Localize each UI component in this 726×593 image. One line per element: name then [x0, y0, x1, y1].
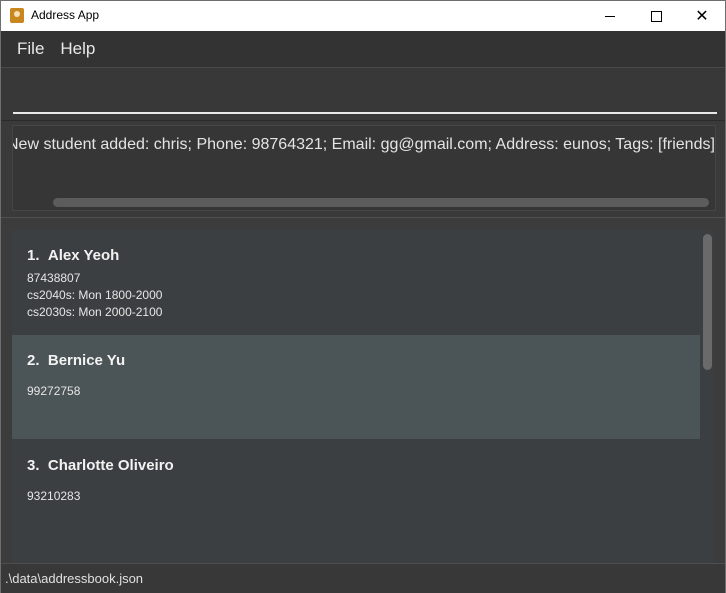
menu-file[interactable]: File	[9, 31, 52, 67]
menu-bar: File Help	[1, 31, 725, 68]
command-box	[1, 68, 725, 121]
person-card-partial[interactable]	[12, 545, 700, 563]
person-name: 3. Charlotte Oliveiro	[27, 457, 174, 474]
window-title: Address App	[31, 8, 100, 22]
address-book-icon	[10, 8, 24, 23]
close-button[interactable]: ✕	[679, 1, 725, 31]
person-name: 1. Alex Yeoh	[27, 247, 120, 264]
person-card-selected[interactable]: 2. Bernice Yu 99272758	[12, 335, 700, 439]
maximize-icon	[650, 10, 662, 22]
person-card[interactable]: 3. Charlotte Oliveiro 93210283	[12, 440, 700, 544]
person-list: 1. Alex Yeoh 87438807 cs2040s: Mon 1800-…	[12, 230, 714, 563]
result-display-area: New student added: chris; Phone: 9876432…	[1, 121, 725, 218]
minimize-button[interactable]	[587, 1, 633, 31]
result-display: New student added: chris; Phone: 9876432…	[12, 125, 716, 211]
person-detail: cs2040s: Mon 1800-2000	[27, 288, 163, 302]
list-vertical-scrollbar[interactable]	[703, 234, 712, 370]
status-bar: .\data\addressbook.json	[1, 563, 725, 593]
person-list-area: 1. Alex Yeoh 87438807 cs2040s: Mon 1800-…	[1, 218, 725, 563]
app-window: Address App ✕ File Help New student adde…	[0, 0, 726, 593]
person-phone: 87438807	[27, 271, 81, 285]
save-location-text: .\data\addressbook.json	[5, 571, 144, 586]
person-detail: cs2030s: Mon 2000-2100	[27, 305, 163, 319]
minimize-icon	[605, 15, 615, 17]
title-bar: Address App ✕	[1, 1, 725, 31]
person-phone: 93210283	[27, 489, 81, 503]
menu-help[interactable]: Help	[52, 31, 103, 67]
person-phone: 99272758	[27, 384, 81, 398]
person-card[interactable]: 1. Alex Yeoh 87438807 cs2040s: Mon 1800-…	[12, 230, 700, 334]
command-input[interactable]	[13, 84, 717, 114]
maximize-button[interactable]	[633, 1, 679, 31]
person-name: 2. Bernice Yu	[27, 352, 126, 369]
close-icon: ✕	[695, 6, 709, 25]
result-horizontal-scrollbar[interactable]	[53, 198, 709, 207]
result-text: New student added: chris; Phone: 9876432…	[12, 136, 715, 153]
